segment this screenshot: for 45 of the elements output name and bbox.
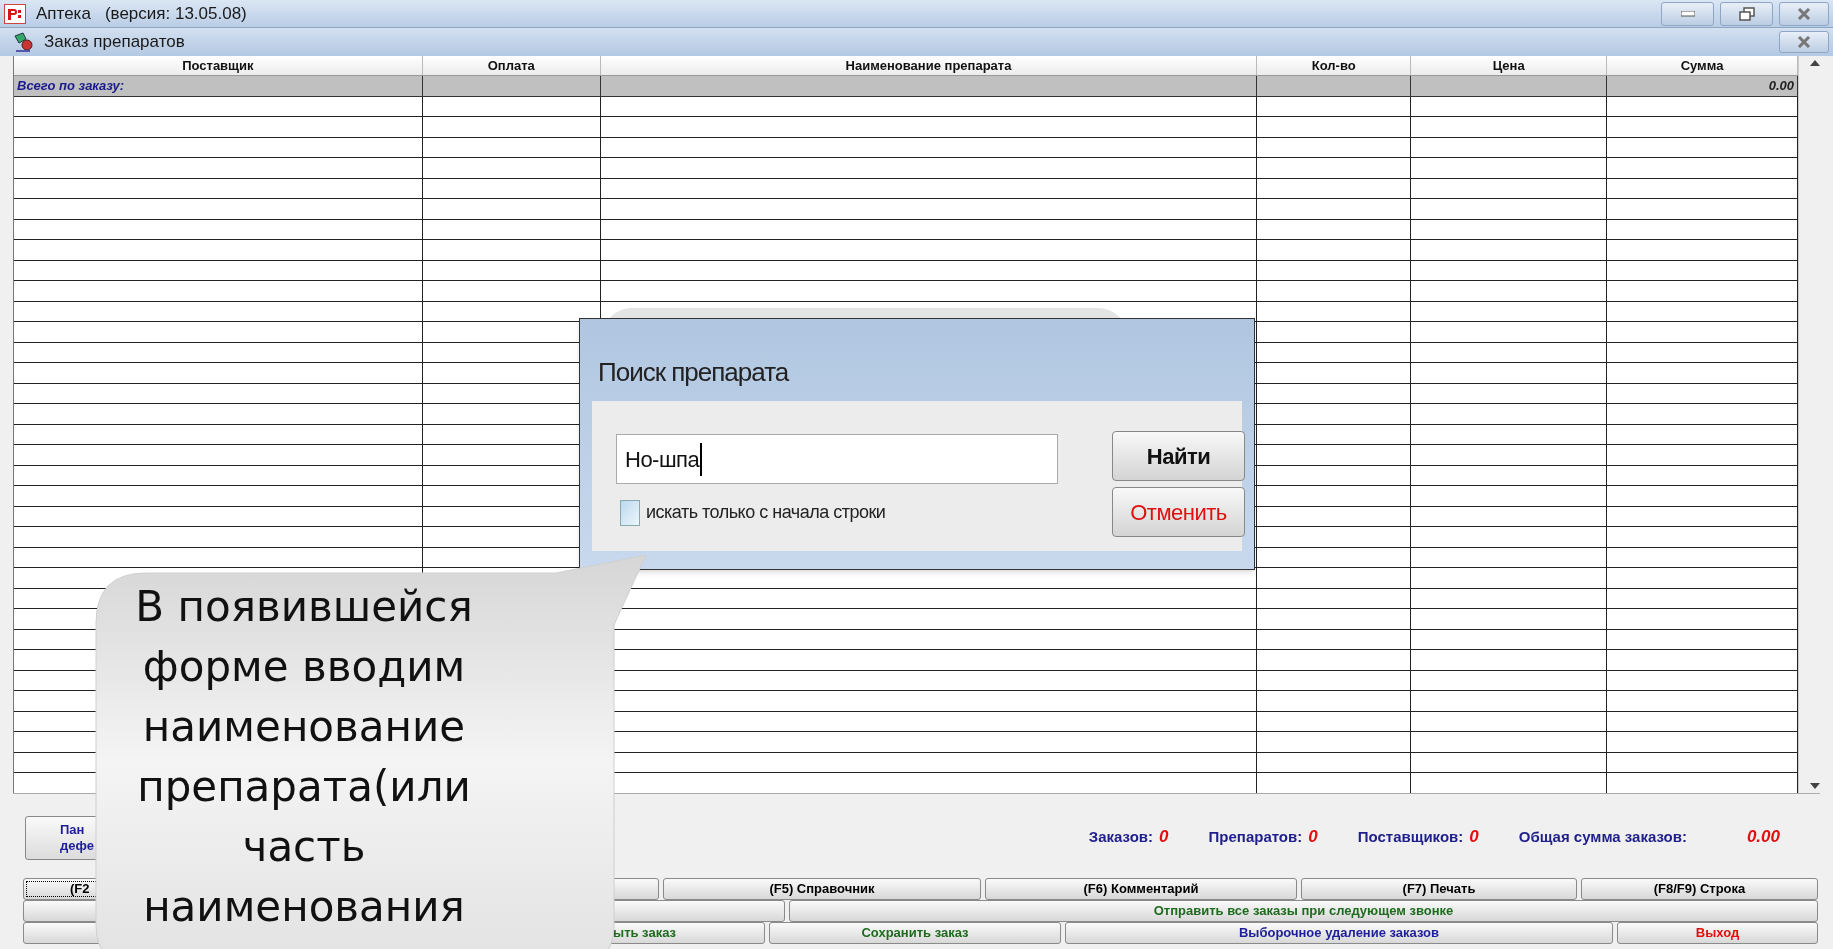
close-icon (1797, 7, 1811, 20)
column-header[interactable]: Поставщик (14, 56, 423, 75)
minimize-icon (1680, 10, 1695, 17)
cancel-button[interactable]: Отменить (1112, 487, 1245, 537)
restore-button[interactable] (1720, 1, 1773, 26)
summary-value: 0 (1159, 826, 1169, 848)
find-button[interactable]: Найти (1112, 431, 1245, 481)
toolbar-button[interactable]: Выборочное удаление заказов (1065, 922, 1613, 944)
query-text: Но-шпа (625, 442, 703, 476)
toolbar-button[interactable]: (F7) Печать (1301, 878, 1577, 900)
summary-label: Заказов: (1088, 826, 1154, 847)
column-header[interactable]: Оплата (422, 56, 601, 75)
app-icon (4, 3, 26, 24)
scroll-down-icon[interactable] (1809, 783, 1820, 789)
toolbar-button[interactable]: (F8/F9) Строка (1581, 878, 1818, 900)
column-header[interactable]: Цена (1411, 56, 1608, 75)
close-icon (1797, 36, 1811, 48)
close-button[interactable] (1779, 1, 1829, 26)
window-title: Аптека (36, 2, 91, 25)
document-icon (12, 31, 34, 53)
summary-value: 0.00 (1746, 826, 1780, 848)
restore-icon (1738, 6, 1755, 21)
version-label: (версия: 13.05.08) (104, 2, 247, 25)
toolbar-button[interactable]: (F6) Комментарий (985, 878, 1297, 900)
summary-label: Поставщиков: (1357, 826, 1464, 847)
query-field[interactable]: Но-шпа (616, 434, 1058, 484)
toolbar-button[interactable]: Сохранить заказ (769, 922, 1061, 944)
checkbox-label: искать только с начала строки (646, 501, 886, 524)
summary-value: 0 (1308, 826, 1318, 848)
summary-value: 0 (1469, 826, 1479, 848)
toolbar-button[interactable]: Отправить все заказы при следующем звонке (789, 900, 1818, 922)
dialog-title: Поиск препарата (598, 356, 789, 389)
summary-label: Препаратов: (1208, 826, 1303, 847)
total-label: Всего по заказу: (14, 76, 423, 96)
scroll-up-icon[interactable] (1809, 60, 1820, 66)
toolbar-button[interactable]: Выход (1617, 922, 1818, 944)
summary-label: Общая сумма заказов: (1518, 826, 1687, 847)
checkbox[interactable] (620, 499, 640, 526)
toolbar-button[interactable]: (F5) Справочник (663, 878, 981, 900)
close-button[interactable] (1779, 31, 1829, 53)
column-header[interactable]: Кол-во (1257, 56, 1412, 75)
column-header[interactable]: Наименование препарата (600, 56, 1258, 75)
column-header[interactable]: Сумма (1607, 56, 1798, 75)
document-title: Заказ препаратов (44, 31, 185, 54)
minimize-button[interactable] (1661, 1, 1714, 26)
